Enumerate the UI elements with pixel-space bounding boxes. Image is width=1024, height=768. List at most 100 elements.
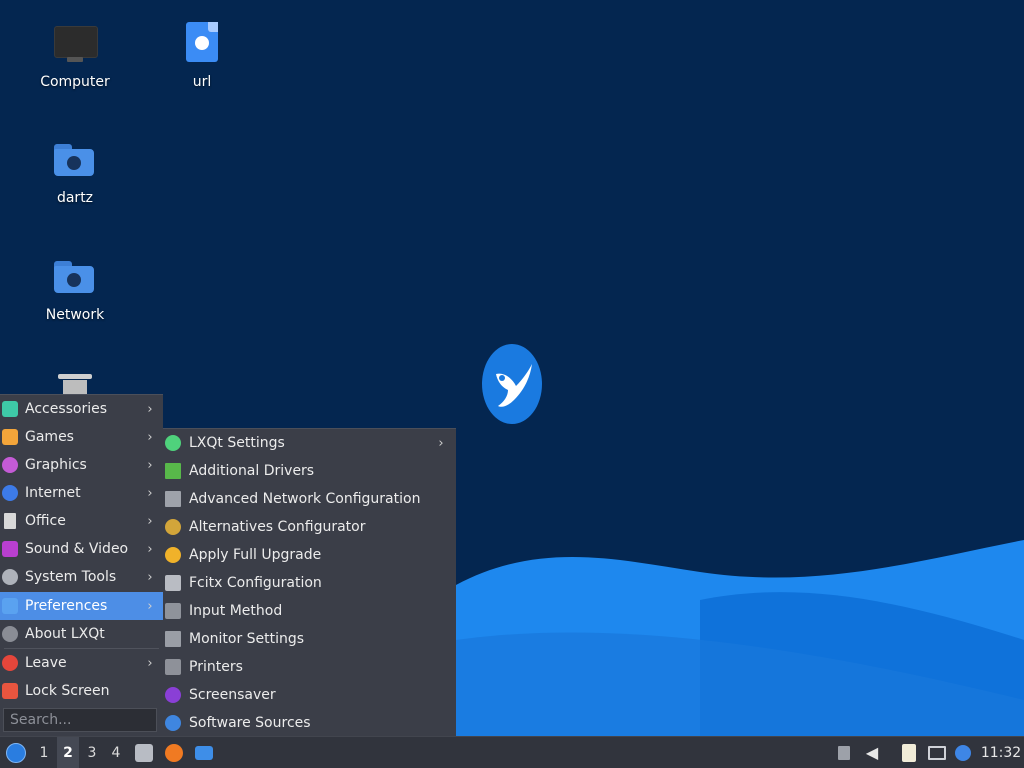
menu-item-label: System Tools xyxy=(25,569,117,585)
submenu-item-label: Alternatives Configurator xyxy=(189,519,366,535)
desktop-icon-dartz[interactable]: dartz xyxy=(20,138,130,206)
submenu-item-label: Advanced Network Configuration xyxy=(189,491,421,507)
clipboard-icon xyxy=(902,743,916,762)
preferences-submenu: LXQt Settings › Additional Drivers Advan… xyxy=(163,428,456,737)
submenu-item-label: Apply Full Upgrade xyxy=(189,547,322,563)
keyboard-icon xyxy=(165,603,181,619)
submenu-item-additional-drivers[interactable]: Additional Drivers xyxy=(163,457,456,485)
update-notifier-button[interactable] xyxy=(952,737,974,768)
menu-item-internet[interactable]: Internet › xyxy=(0,479,163,507)
network-folder-icon xyxy=(51,255,99,303)
desktop-icon-network[interactable]: Network xyxy=(20,255,130,323)
accessories-icon xyxy=(2,401,18,417)
drivers-icon xyxy=(165,463,181,479)
desktop-show-icon xyxy=(195,745,213,760)
network-button[interactable] xyxy=(926,737,948,768)
internet-icon xyxy=(2,485,18,501)
printer-icon xyxy=(165,659,181,675)
submenu-item-advanced-network-configuration[interactable]: Advanced Network Configuration xyxy=(163,485,456,513)
screensaver-icon xyxy=(165,687,181,703)
submenu-item-apply-full-upgrade[interactable]: Apply Full Upgrade xyxy=(163,541,456,569)
lubuntu-menu-icon xyxy=(6,742,26,763)
network-wired-icon xyxy=(928,745,946,760)
submenu-item-label: Input Method xyxy=(189,603,283,619)
submenu-item-label: LXQt Settings xyxy=(189,435,285,451)
lubuntu-logo xyxy=(482,344,542,424)
lock-icon xyxy=(2,683,18,699)
workspace-2[interactable]: 2 xyxy=(57,737,79,768)
menu-search-input[interactable] xyxy=(3,708,157,732)
menu-item-label: Internet xyxy=(25,485,81,501)
menu-item-games[interactable]: Games › xyxy=(0,423,163,451)
workspace-4[interactable]: 4 xyxy=(105,737,127,768)
tray-expand-button[interactable] xyxy=(834,737,854,768)
desktop-icon-label: url xyxy=(192,74,212,90)
computer-icon xyxy=(51,22,99,70)
office-icon xyxy=(4,513,16,529)
system-tools-icon xyxy=(2,569,18,585)
menu-item-label: Preferences xyxy=(25,598,108,614)
chevron-right-icon: › xyxy=(147,429,153,445)
firefox-icon xyxy=(165,743,183,762)
clock[interactable]: 11:32 xyxy=(978,737,1024,768)
submenu-item-label: Software Sources xyxy=(189,715,311,731)
file-manager-launcher[interactable] xyxy=(133,737,155,768)
submenu-item-monitor-settings[interactable]: Monitor Settings xyxy=(163,625,456,653)
chevron-right-icon: › xyxy=(147,569,153,585)
chevron-right-icon: › xyxy=(147,485,153,501)
show-desktop-button[interactable] xyxy=(193,737,215,768)
chevron-right-icon: › xyxy=(147,541,153,557)
preferences-icon xyxy=(2,598,18,614)
menu-item-label: About LXQt xyxy=(25,626,105,642)
submenu-item-fcitx-configuration[interactable]: Fcitx Configuration xyxy=(163,569,456,597)
games-icon xyxy=(2,429,18,445)
submenu-item-label: Printers xyxy=(189,659,243,675)
workspace-1[interactable]: 1 xyxy=(33,737,55,768)
submenu-item-label: Screensaver xyxy=(189,687,276,703)
submenu-item-alternatives-configurator[interactable]: Alternatives Configurator xyxy=(163,513,456,541)
workspace-3[interactable]: 3 xyxy=(81,737,103,768)
start-menu-button[interactable] xyxy=(4,737,28,768)
menu-item-about-lxqt[interactable]: About LXQt xyxy=(0,620,163,648)
chevron-right-icon: › xyxy=(147,401,153,417)
submenu-item-screensaver[interactable]: Screensaver xyxy=(163,681,456,709)
update-notifier-icon xyxy=(955,744,971,761)
submenu-item-lxqt-settings[interactable]: LXQt Settings › xyxy=(163,429,456,457)
submenu-item-label: Fcitx Configuration xyxy=(189,575,322,591)
menu-item-leave[interactable]: Leave › xyxy=(0,649,163,677)
desktop-icon-computer[interactable]: Computer xyxy=(20,22,130,90)
power-icon xyxy=(2,655,18,671)
menu-item-accessories[interactable]: Accessories › xyxy=(0,395,163,423)
taskbar: 1 2 3 4 ◀ 11:32 xyxy=(0,736,1024,768)
application-menu: Accessories › Games › Graphics › Interne… xyxy=(0,394,163,737)
menu-item-label: Games xyxy=(25,429,74,445)
desktop-icon-label: dartz xyxy=(56,190,94,206)
firefox-launcher[interactable] xyxy=(163,737,185,768)
graphics-icon xyxy=(2,457,18,473)
clipboard-button[interactable] xyxy=(898,737,920,768)
menu-item-lock-screen[interactable]: Lock Screen xyxy=(0,677,163,705)
submenu-item-printers[interactable]: Printers xyxy=(163,653,456,681)
submenu-item-software-sources[interactable]: Software Sources xyxy=(163,709,456,737)
volume-icon: ◀ xyxy=(865,743,879,762)
menu-item-label: Accessories xyxy=(25,401,108,417)
chevron-right-icon: › xyxy=(147,598,153,614)
desktop-icon-label: Network xyxy=(45,307,105,323)
menu-item-label: Graphics xyxy=(25,457,87,473)
tray-expand-icon xyxy=(838,745,850,760)
keyboard-icon xyxy=(165,575,181,591)
menu-item-graphics[interactable]: Graphics › xyxy=(0,451,163,479)
menu-item-label: Sound & Video xyxy=(25,541,129,557)
software-sources-icon xyxy=(165,715,181,731)
submenu-item-input-method[interactable]: Input Method xyxy=(163,597,456,625)
menu-item-sound-video[interactable]: Sound & Video › xyxy=(0,535,163,563)
desktop-icon-url[interactable]: url xyxy=(147,22,257,90)
info-icon xyxy=(2,626,18,642)
menu-item-office[interactable]: Office › xyxy=(0,507,163,535)
sound-video-icon xyxy=(2,541,18,557)
chevron-right-icon: › xyxy=(147,655,153,671)
menu-item-preferences[interactable]: Preferences › xyxy=(0,592,163,620)
alternatives-icon xyxy=(165,519,181,535)
menu-item-system-tools[interactable]: System Tools › xyxy=(0,563,163,591)
volume-button[interactable]: ◀ xyxy=(862,737,882,768)
